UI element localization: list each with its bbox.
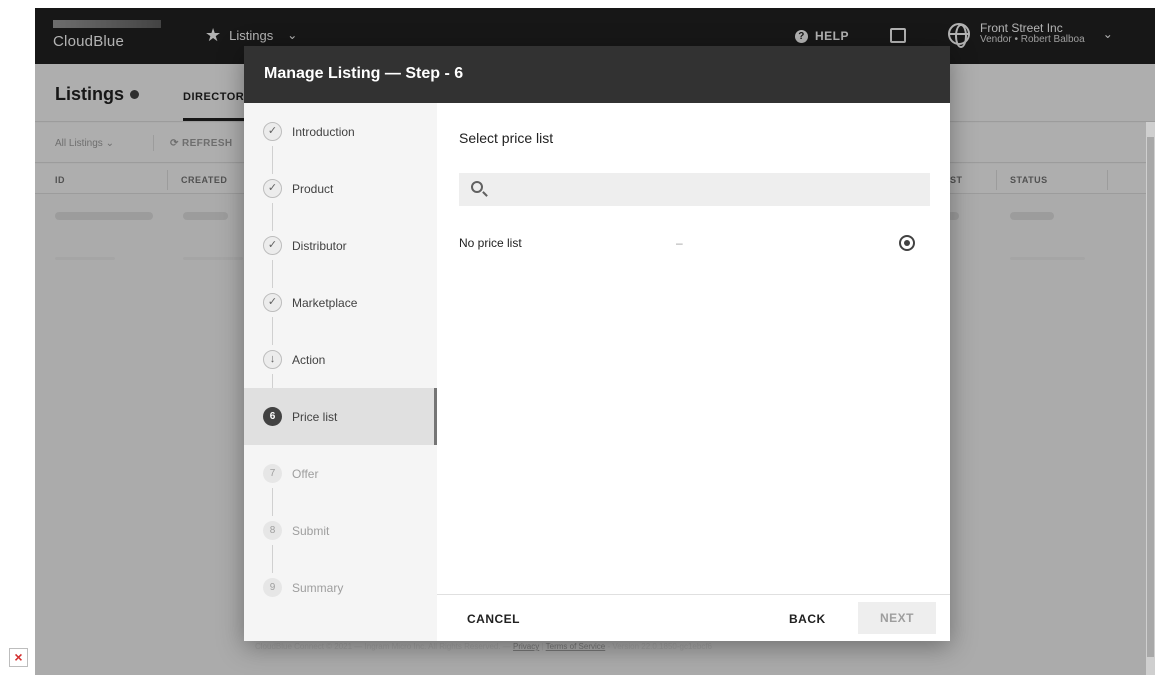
step-number-badge: 7 [263, 464, 282, 483]
price-list-option[interactable]: No price list – [459, 231, 930, 255]
dialog-title: Manage Listing — Step - 6 [264, 65, 464, 82]
step-label: Action [292, 353, 326, 367]
cancel-button[interactable]: CANCEL [467, 612, 520, 626]
price-list-search[interactable] [459, 173, 930, 206]
broken-image-icon: × [9, 648, 28, 667]
arrow-down-icon: ↓ [263, 350, 282, 369]
step-label: Offer [292, 467, 319, 481]
step-label: Marketplace [292, 296, 358, 310]
price-list-radio[interactable] [899, 235, 915, 251]
step-number-badge: 8 [263, 521, 282, 540]
step-summary: 9 Summary [244, 559, 437, 616]
step-offer: 7 Offer [244, 445, 437, 516]
step-label: Submit [292, 524, 330, 538]
search-icon [471, 181, 483, 193]
dialog-header: Manage Listing — Step - 6 [244, 46, 950, 103]
step-product[interactable]: ✓ Product [244, 160, 437, 231]
step-distributor[interactable]: ✓ Distributor [244, 217, 437, 288]
price-list-detail: – [676, 236, 683, 250]
step-number-badge: 9 [263, 578, 282, 597]
step-marketplace[interactable]: ✓ Marketplace [244, 274, 437, 345]
terms-link[interactable]: Terms of Service [546, 642, 606, 651]
step-label: Introduction [292, 125, 355, 139]
step-label: Distributor [292, 239, 347, 253]
footer-separator: | [541, 642, 544, 651]
page-footer: CloudBlue Connect © 2021 — Ingram Micro … [255, 642, 712, 651]
wizard-stepper: ✓ Introduction ✓ Product ✓ Distributor ✓… [244, 103, 437, 641]
back-button[interactable]: BACK [789, 612, 826, 626]
section-title: Select price list [459, 130, 554, 146]
privacy-link[interactable]: Privacy [513, 642, 539, 651]
step-introduction[interactable]: ✓ Introduction [244, 103, 437, 174]
page-scrollbar[interactable] [1146, 122, 1155, 675]
dialog-content: Select price list No price list – CANCEL… [437, 103, 950, 641]
step-label: Summary [292, 581, 344, 595]
next-button[interactable]: NEXT [858, 602, 936, 634]
step-price-list[interactable]: 6 Price list [244, 388, 437, 445]
footer-copyright: CloudBlue Connect © 2021 — Ingram Micro … [255, 642, 511, 651]
step-submit: 8 Submit [244, 502, 437, 573]
dialog-actions: CANCEL BACK NEXT [437, 594, 950, 641]
footer-version: - Version 22.0.1850-gc1ebcf6 [607, 642, 712, 651]
step-number-badge: 6 [263, 407, 282, 426]
step-action[interactable]: ↓ Action [244, 331, 437, 402]
manage-listing-dialog: Manage Listing — Step - 6 ✓ Introduction… [244, 46, 950, 641]
check-icon: ✓ [263, 122, 282, 141]
search-input[interactable] [495, 179, 915, 201]
scrollbar-thumb[interactable] [1147, 137, 1154, 657]
check-icon: ✓ [263, 236, 282, 255]
step-label: Product [292, 182, 334, 196]
price-list-name: No price list [459, 236, 522, 250]
check-icon: ✓ [263, 293, 282, 312]
check-icon: ✓ [263, 179, 282, 198]
step-label: Price list [292, 410, 338, 424]
